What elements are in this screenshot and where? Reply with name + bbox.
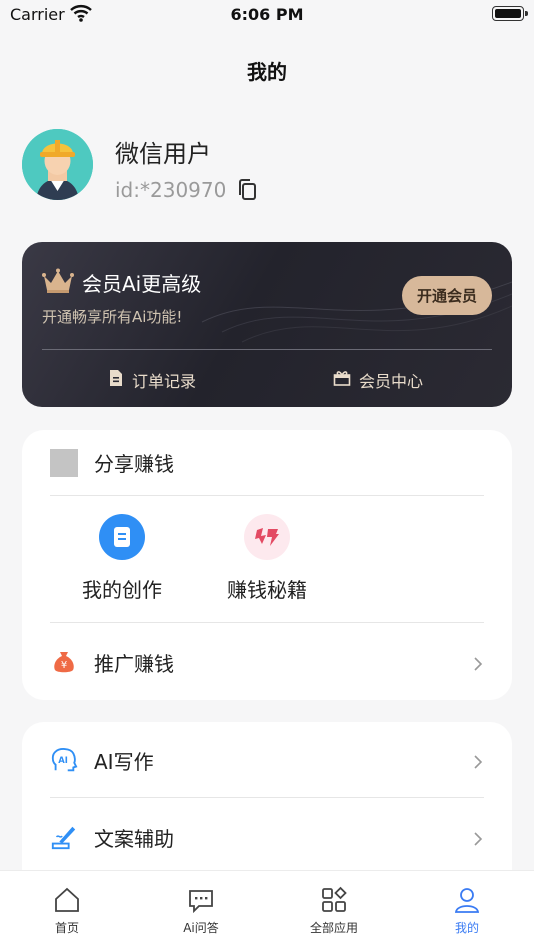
share-section: 分享赚钱 我的创作 赚钱秘籍 ¥ 推广赚钱 [22, 430, 512, 700]
ai-writing-row[interactable]: AI AI写作 [50, 740, 484, 780]
ai-tools-section: AI AI写作 文案辅助 [22, 722, 512, 892]
money-secrets-button[interactable]: 赚钱秘籍 [207, 514, 327, 603]
card-divider [42, 349, 492, 350]
tab-home[interactable]: 首页 [17, 885, 117, 936]
pen-write-icon [50, 823, 78, 851]
document-icon [108, 369, 124, 391]
promote-earn-row[interactable]: ¥ 推广赚钱 [50, 642, 484, 682]
tab-home-label: 首页 [54, 921, 79, 935]
member-subtitle: 开通畅享所有Ai功能! [42, 308, 183, 326]
member-center-label: 会员中心 [359, 372, 424, 391]
gift-box-icon [333, 369, 351, 391]
tab-mine[interactable]: 我的 [417, 885, 517, 936]
divider [50, 797, 484, 798]
order-records-label: 订单记录 [132, 372, 197, 391]
chevron-right-icon [472, 831, 484, 846]
promote-earn-label: 推广赚钱 [94, 651, 174, 676]
chat-icon [186, 885, 216, 915]
svg-text:¥: ¥ [61, 660, 67, 671]
share-title: 分享赚钱 [94, 452, 174, 476]
user-id: id:*230970 [115, 178, 227, 202]
copy-icon[interactable] [236, 178, 258, 202]
money-secrets-label: 赚钱秘籍 [227, 578, 307, 602]
ai-head-icon: AI [50, 746, 78, 774]
money-bag-icon: ¥ [50, 648, 78, 676]
tab-bar: 首页 Ai问答 全部应用 我的 [0, 870, 534, 950]
open-membership-button[interactable]: 开通会员 [402, 276, 492, 315]
status-bar: Carrier 6:06 PM [0, 0, 534, 30]
username: 微信用户 [115, 140, 211, 168]
my-creations-button[interactable]: 我的创作 [62, 514, 182, 603]
worker-avatar-icon [22, 129, 93, 200]
divider [50, 622, 484, 623]
member-title: 会员Ai更高级 [82, 272, 202, 296]
avatar[interactable] [22, 129, 93, 200]
grid-apps-icon [319, 885, 349, 915]
member-card: 会员Ai更高级 开通畅享所有Ai功能! 开通会员 订单记录 会员中心 [22, 242, 512, 407]
order-records-button[interactable]: 订单记录 [108, 368, 196, 392]
tab-ai-chat-label: Ai问答 [183, 921, 219, 935]
copywriting-assist-row[interactable]: 文案辅助 [50, 817, 484, 857]
home-icon [52, 885, 82, 915]
user-icon [452, 885, 482, 915]
share-header: 分享赚钱 [50, 448, 174, 477]
battery-icon [492, 6, 528, 21]
page-title: 我的 [247, 60, 287, 84]
member-center-button[interactable]: 会员中心 [333, 368, 423, 392]
crown-icon [42, 268, 74, 298]
chevron-right-icon [472, 754, 484, 769]
my-creations-label: 我的创作 [82, 578, 162, 602]
chevron-right-icon [472, 656, 484, 671]
share-placeholder-icon [50, 448, 78, 477]
tab-all-apps[interactable]: 全部应用 [284, 885, 384, 936]
tab-mine-label: 我的 [454, 921, 479, 935]
tab-ai-chat[interactable]: Ai问答 [151, 885, 251, 936]
secret-book-icon [244, 514, 290, 560]
copywriting-assist-label: 文案辅助 [94, 826, 174, 851]
document-icon [99, 514, 145, 560]
svg-text:AI: AI [58, 755, 68, 765]
user-id-row: id:*230970 [115, 178, 258, 202]
ai-writing-label: AI写作 [94, 749, 154, 774]
status-time: 6:06 PM [230, 5, 304, 24]
tab-all-apps-label: 全部应用 [309, 921, 358, 935]
divider [50, 495, 484, 496]
